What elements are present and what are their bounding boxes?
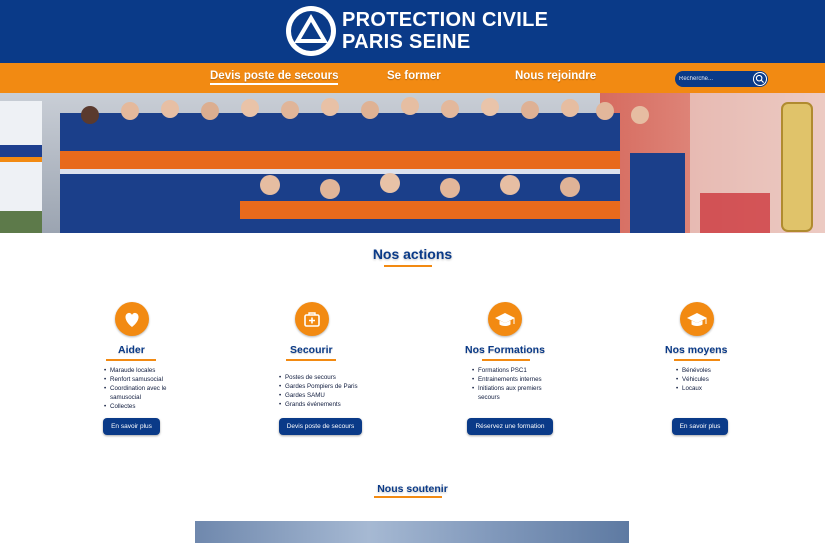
search-button[interactable]	[753, 72, 767, 86]
list-item: Grands événements	[279, 400, 379, 409]
list-item: Gardes Pompiers de Paris	[279, 382, 379, 391]
graduation-cap-icon	[488, 302, 522, 336]
title-underline	[384, 265, 432, 267]
protection-civile-logo[interactable]	[285, 5, 337, 57]
section-title-nous-soutenir: Nous soutenir	[377, 483, 448, 495]
card-title-nos-moyens: Nos moyens	[665, 344, 728, 356]
list-item: Coordination avec le samusocial	[104, 384, 189, 402]
first-aid-kit-icon	[295, 302, 329, 336]
hero-group-photo	[0, 93, 825, 233]
card-list-secourir: Postes de secours Gardes Pompiers de Par…	[279, 373, 379, 409]
nav-nous-rejoindre[interactable]: Nous rejoindre	[515, 70, 596, 82]
list-item: Bénévoles	[676, 366, 736, 375]
title-underline	[374, 496, 442, 498]
reservez-une-formation-button[interactable]: Réservez une formation	[467, 418, 553, 435]
card-underline	[482, 359, 530, 361]
brand-line-2: PARIS SEINE	[342, 31, 471, 53]
list-item: Postes de secours	[279, 373, 379, 382]
search-bar	[675, 71, 768, 87]
brand-name: PROTECTION CIVILE PARIS SEINE	[342, 9, 548, 53]
card-underline	[674, 359, 720, 361]
graduation-cap-icon	[680, 302, 714, 336]
devis-poste-de-secours-button[interactable]: Devis poste de secours	[279, 418, 362, 435]
section-title-nos-actions: Nos actions	[372, 246, 453, 262]
search-input[interactable]	[679, 73, 749, 85]
nav-devis-poste-de-secours[interactable]: Devis poste de secours	[210, 70, 339, 85]
nav-se-former[interactable]: Se former	[387, 70, 441, 82]
card-title-aider: Aider	[118, 344, 145, 356]
card-list-aider: Maraude locales Renfort samusocial Coord…	[104, 366, 189, 411]
list-item: Locaux	[676, 384, 736, 393]
card-list-nos-formations: Formations PSC1 Entrainements internes I…	[472, 366, 562, 402]
list-item: Gardes SAMU	[279, 391, 379, 400]
list-item: Collectes	[104, 402, 189, 411]
support-banner-image	[195, 521, 629, 543]
card-underline	[106, 359, 156, 361]
card-underline	[286, 359, 336, 361]
card-list-nos-moyens: Bénévoles Véhicules Locaux	[676, 366, 736, 393]
list-item: Véhicules	[676, 375, 736, 384]
list-item: Initiations aux premiers secours	[472, 384, 562, 402]
list-item: Formations PSC1	[472, 366, 562, 375]
brand-line-1: PROTECTION CIVILE	[342, 9, 549, 31]
search-icon	[755, 74, 764, 83]
list-item: Renfort samusocial	[104, 375, 189, 384]
list-item: Entrainements internes	[472, 375, 562, 384]
card-title-secourir: Secourir	[290, 344, 333, 356]
list-item: Maraude locales	[104, 366, 189, 375]
hero-image	[0, 93, 825, 233]
card-title-nos-formations: Nos Formations	[465, 344, 545, 356]
en-savoir-plus-button[interactable]: En savoir plus	[672, 418, 728, 435]
site-header: PROTECTION CIVILE PARIS SEINE	[0, 0, 825, 63]
heart-icon	[115, 302, 149, 336]
en-savoir-plus-button[interactable]: En savoir plus	[103, 418, 160, 435]
